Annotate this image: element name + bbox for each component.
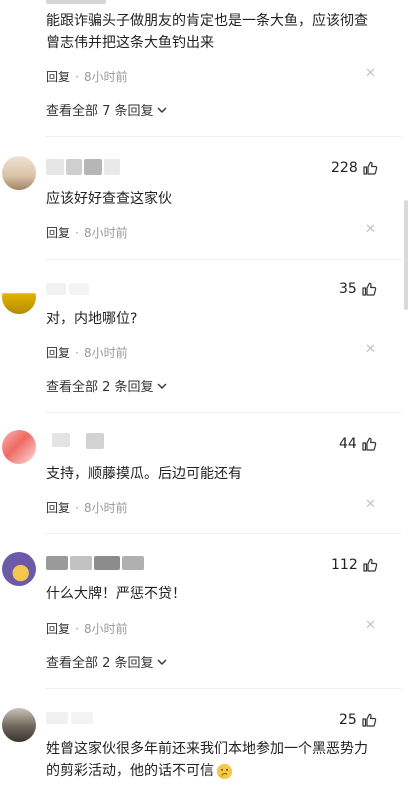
timestamp: 8小时前 [84,70,128,84]
divider [45,136,401,137]
divider [45,412,401,413]
meta-separator: · [75,622,79,636]
comment-text: 支持，顺藤摸瓜。后边可能还有 [46,466,242,482]
username-blurred [46,712,116,724]
reply-button[interactable]: 回复 [46,622,70,636]
comment-meta: 回复 · 8小时前 [46,66,128,85]
timestamp: 8小时前 [84,501,128,515]
close-icon[interactable]: ✕ [365,222,376,237]
watermark: 番茄娱乐加 [339,775,403,790]
like-counter[interactable]: 35 [339,281,377,297]
scrollbar[interactable] [404,200,408,310]
like-counter[interactable]: 44 [339,436,377,452]
username-blurred [46,159,126,175]
comment-text: 能跟诈骗头子做朋友的肯定也是一条大鱼，应该彻查 曾志伟并把这条大鱼钓出来 [46,13,368,51]
avatar [2,708,36,742]
view-all-replies-button[interactable]: 查看全部 2 条回复 [46,652,168,671]
comment-text: 对，内地哪位? [46,311,138,327]
view-all-replies-button[interactable]: 查看全部 2 条回复 [46,376,168,395]
timestamp: 8小时前 [84,622,128,636]
username-blurred [46,283,106,295]
close-icon[interactable]: ✕ [365,497,376,512]
close-icon[interactable]: ✕ [365,342,376,357]
meta-separator: · [75,346,79,360]
thumbs-up-icon [362,282,377,296]
comment-text: 什么大牌！严惩不贷！ [46,586,186,602]
username-blurred [46,556,146,570]
chevron-down-icon [157,659,167,665]
like-counter[interactable]: 25 [339,712,377,728]
comment-text: 应该好好查查这家伙 [46,191,172,207]
timestamp: 8小时前 [84,226,128,240]
reply-button[interactable]: 回复 [46,501,70,515]
divider [45,688,401,689]
avatar [2,156,36,190]
comment-text: 姓曾这家伙很多年前还来我们本地参加一个黑恶势力 的剪彩活动，他的话不可信 [46,741,368,779]
divider [45,259,401,260]
thumbs-up-icon [362,437,377,451]
meta-separator: · [75,70,79,84]
reply-button[interactable]: 回复 [46,70,70,84]
thinking-face-emoji [216,763,233,779]
username-blurred [52,433,112,449]
watermark-logo-icon [339,777,350,788]
thumbs-up-icon [363,558,377,572]
comment-meta: 回复 · 8小时前 [46,497,128,516]
meta-separator: · [75,226,79,240]
reply-button[interactable]: 回复 [46,226,70,240]
like-counter[interactable]: 228 [331,160,378,176]
thumbs-up-icon [363,161,377,175]
close-icon[interactable]: ✕ [365,618,376,633]
reply-button[interactable]: 回复 [46,346,70,360]
thumbs-up-icon [362,713,377,727]
comment-meta: 回复 · 8小时前 [46,618,128,637]
avatar [2,552,36,586]
view-all-replies-button[interactable]: 查看全部 7 条回复 [46,100,168,119]
divider [45,533,401,534]
comment-meta: 回复 · 8小时前 [46,342,128,361]
avatar [2,280,36,314]
comment-meta: 回复 · 8小时前 [46,222,128,241]
username-blurred [46,0,106,4]
chevron-down-icon [157,383,167,389]
like-counter[interactable]: 112 [331,557,378,573]
timestamp: 8小时前 [84,346,128,360]
chevron-down-icon [157,107,167,113]
avatar [2,430,36,464]
close-icon[interactable]: ✕ [365,66,376,81]
meta-separator: · [75,501,79,515]
